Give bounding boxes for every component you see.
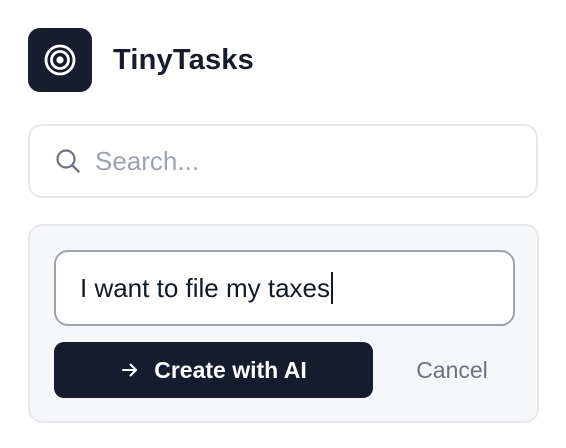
target-icon bbox=[44, 44, 76, 76]
arrow-right-icon bbox=[120, 360, 140, 380]
app-header: TinyTasks bbox=[28, 28, 254, 92]
app-logo bbox=[28, 28, 92, 92]
tinytasks-page: TinyTasks I want to file my taxes Create… bbox=[0, 0, 566, 448]
cancel-button[interactable]: Cancel bbox=[396, 342, 508, 398]
search-input[interactable] bbox=[95, 145, 515, 177]
task-input-value: I want to file my taxes bbox=[80, 272, 330, 303]
app-title: TinyTasks bbox=[113, 43, 254, 76]
search-box[interactable] bbox=[28, 124, 538, 198]
task-input[interactable]: I want to file my taxes bbox=[54, 250, 515, 326]
create-with-ai-button[interactable]: Create with AI bbox=[54, 342, 373, 398]
create-button-label: Create with AI bbox=[154, 356, 307, 383]
search-icon bbox=[55, 148, 81, 174]
text-caret bbox=[330, 272, 333, 304]
create-task-panel: I want to file my taxes Create with AI C… bbox=[28, 224, 539, 423]
